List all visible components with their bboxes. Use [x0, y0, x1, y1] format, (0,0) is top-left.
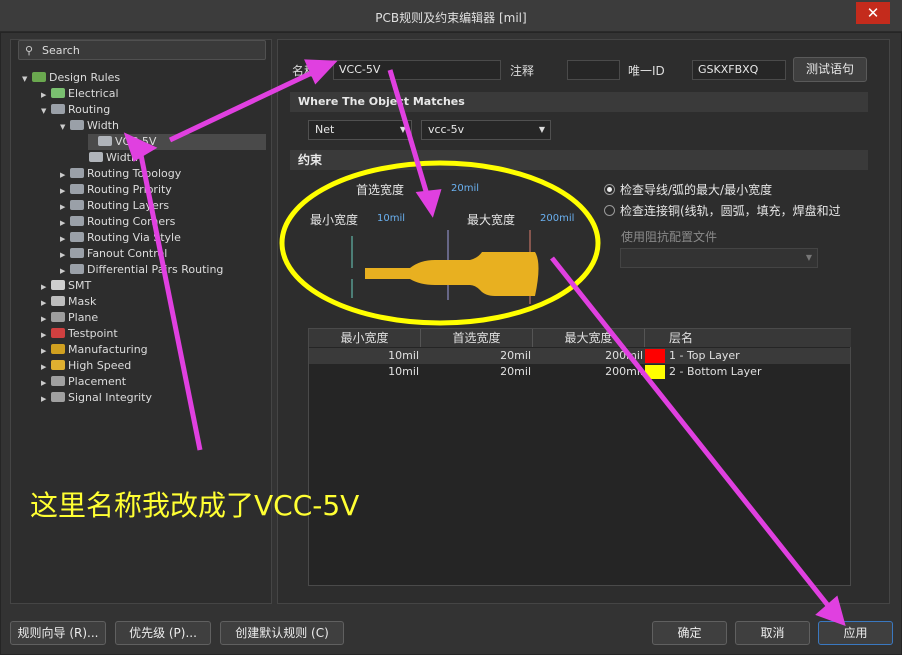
arrow-to-tree-head [123, 132, 158, 162]
arrow-to-name-line [168, 67, 320, 143]
arrow-to-diagram-head [415, 189, 442, 218]
arrow-to-apply-line [550, 256, 832, 610]
arrow-to-name-head [304, 59, 338, 85]
arrow-to-tree-line [137, 149, 203, 451]
arrow-to-diagram-line [387, 69, 431, 199]
highlight-ellipse [279, 160, 601, 326]
annotation-overlay [123, 59, 846, 626]
annotation-text: 这里名称我改成了VCC-5V [30, 489, 360, 522]
